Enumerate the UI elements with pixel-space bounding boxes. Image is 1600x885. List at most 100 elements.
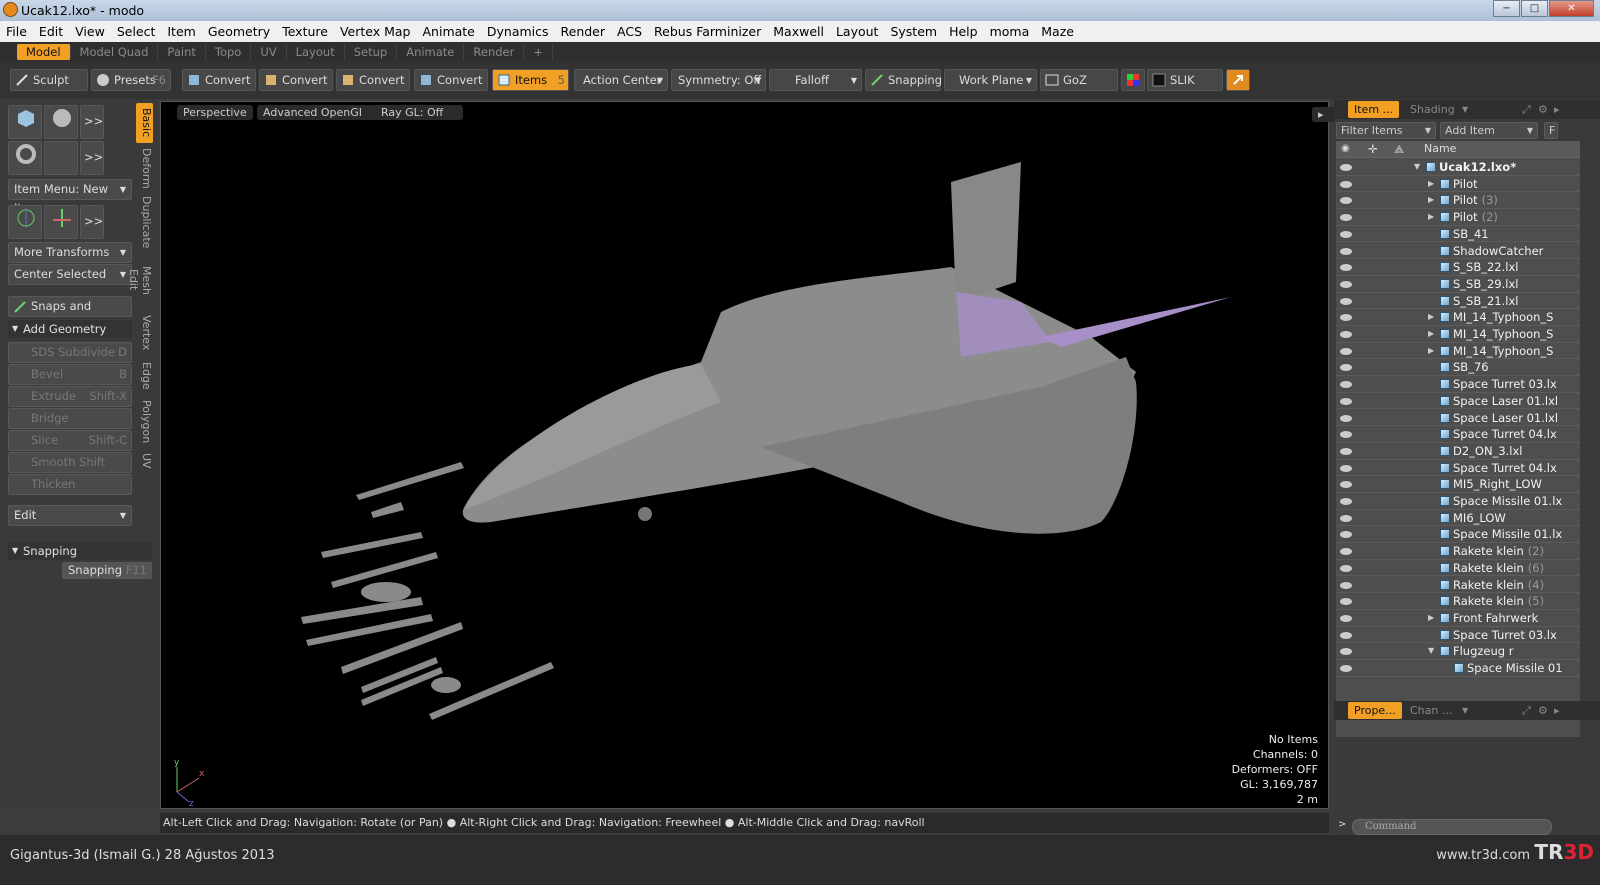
list-item[interactable]: ▼ Ucak12.lxo* [1336, 159, 1580, 176]
snaps-precision-button[interactable]: Snaps and Precision [8, 296, 132, 332]
name-column-header[interactable]: Name [1424, 142, 1456, 155]
minimize-button[interactable]: − [1493, 0, 1520, 17]
tab-channels[interactable]: Chan ... [1404, 702, 1458, 719]
work-plane-dropdown[interactable]: Work Plane ▼ [944, 69, 1037, 91]
perspective-button[interactable]: Perspective [177, 105, 253, 120]
menu-animate[interactable]: Animate [423, 24, 475, 39]
visibility-eye-icon[interactable] [1340, 498, 1352, 505]
falloff-dropdown[interactable]: Falloff ▼ [769, 69, 862, 91]
vtab-edge[interactable]: Edge [136, 357, 153, 395]
snapping-toggle[interactable]: Snapping [865, 69, 942, 91]
advanced-opengl-button[interactable]: Advanced OpenGL [257, 105, 371, 120]
lock-icon[interactable]: ✛ [1368, 142, 1378, 156]
add-tab-button[interactable]: + [524, 44, 553, 60]
convert-button-4[interactable]: Convert [414, 69, 488, 91]
visibility-eye-icon[interactable] [1340, 581, 1352, 589]
tool-sds-subdivide[interactable]: SDS Subdivide D [8, 342, 132, 363]
expand-arrow-down-icon[interactable]: ▼ [1414, 159, 1420, 175]
tab-model-quad[interactable]: Model Quad [71, 44, 159, 60]
vtab-basic[interactable]: Basic [136, 103, 153, 143]
raygl-button[interactable]: Ray GL: Off [361, 105, 464, 120]
list-item[interactable]: Rakete klein (6) [1336, 560, 1580, 577]
tool-smooth-shift[interactable]: Smooth Shift [8, 452, 132, 473]
vtab-duplicate[interactable]: Duplicate [136, 193, 153, 249]
list-item[interactable]: S_SB_21.lxl [1336, 293, 1580, 310]
list-item[interactable]: Space Laser 01.lxl [1336, 393, 1580, 410]
torus-primitive-button[interactable] [8, 141, 42, 175]
item-menu-dropdown[interactable]: Item Menu: New Item▼ [8, 179, 132, 215]
expand-arrow-right-icon[interactable]: ▶ [1428, 610, 1434, 626]
visibility-eye-icon[interactable] [1340, 514, 1352, 522]
list-item[interactable]: ▶ Pilot (3) [1336, 192, 1580, 210]
visibility-eye-icon[interactable] [1340, 447, 1352, 455]
visibility-eye-icon[interactable] [1340, 414, 1352, 422]
tab-layout[interactable]: Layout [287, 44, 345, 60]
list-item[interactable]: Space Missile 01 [1336, 660, 1580, 677]
snapping-header[interactable]: ▼ Snapping [8, 542, 152, 560]
visibility-eye-icon[interactable] [1340, 665, 1352, 672]
tab-model[interactable]: Model [17, 44, 71, 60]
visibility-eye-icon[interactable] [1340, 180, 1352, 188]
more-primitives-button[interactable]: >> [80, 105, 104, 139]
arrow-right-icon[interactable]: ▸ [1548, 702, 1566, 719]
chevron-down-icon[interactable]: ▼ [1456, 702, 1474, 719]
list-item[interactable]: ▶ Pilot (2) [1336, 209, 1580, 226]
center-selected-dropdown[interactable]: Center Selected ▼ [8, 264, 132, 285]
menu-moma[interactable]: moma [990, 24, 1030, 39]
list-item[interactable]: Space Turret 04.lx [1336, 426, 1580, 443]
cube-primitive-button[interactable] [8, 105, 42, 139]
list-item[interactable]: ▶ MI_14_Typhoon_S [1336, 343, 1580, 360]
tab-animate[interactable]: Animate [397, 44, 465, 60]
sphere-primitive-button[interactable] [44, 105, 78, 139]
menu-geometry[interactable]: Geometry [208, 24, 270, 39]
menu-texture[interactable]: Texture [282, 24, 328, 39]
list-item[interactable]: ▶ MI_14_Typhoon_S [1336, 326, 1580, 343]
arrow-right-icon[interactable]: ▸ [1312, 107, 1334, 122]
maximize-button[interactable]: □ [1521, 0, 1548, 17]
visibility-eye-icon[interactable] [1340, 431, 1352, 439]
tool-slice[interactable]: Slice Shift-C [8, 430, 132, 451]
expand-arrow-right-icon[interactable]: ▶ [1428, 343, 1434, 359]
menu-view[interactable]: View [75, 24, 105, 39]
visibility-eye-icon[interactable] [1340, 481, 1352, 489]
list-item[interactable]: ▶ Pilot [1336, 176, 1580, 193]
list-item[interactable]: Space Turret 04.lx [1336, 460, 1580, 477]
menu-maxwell[interactable]: Maxwell [773, 24, 824, 39]
visibility-eye-icon[interactable] [1340, 297, 1352, 305]
color-wheel-button[interactable] [1121, 69, 1145, 91]
action-center-dropdown[interactable]: Action Center ▼ [574, 69, 668, 91]
f-button[interactable]: F [1544, 122, 1558, 139]
menu-rebus-farminizer[interactable]: Rebus Farminizer [654, 24, 761, 39]
visibility-eye-icon[interactable] [1340, 564, 1352, 572]
visibility-eye-icon[interactable] [1340, 331, 1352, 338]
add-geometry-header[interactable]: ▼ Add Geometry [8, 320, 132, 338]
empty-primitive-slot[interactable] [44, 141, 78, 175]
visibility-eye-icon[interactable] [1340, 280, 1352, 288]
goz-button[interactable]: GoZ [1040, 69, 1118, 91]
menu-dynamics[interactable]: Dynamics [487, 24, 549, 39]
visibility-eye-icon[interactable] [1340, 397, 1352, 405]
list-item[interactable]: Rakete klein (5) [1336, 593, 1580, 610]
symmetry-dropdown[interactable]: Symmetry: Off ▼ [671, 69, 766, 91]
vtab-polygon[interactable]: Polygon [136, 397, 153, 447]
tab-setup[interactable]: Setup [345, 44, 398, 60]
list-item[interactable]: Space Missile 01.lx [1336, 526, 1580, 544]
vtab-deform[interactable]: Deform [136, 145, 153, 191]
list-item[interactable]: MI6_LOW [1336, 510, 1580, 527]
list-item[interactable]: SB_41 [1336, 226, 1580, 243]
list-item[interactable]: SB_76 [1336, 359, 1580, 377]
close-button[interactable]: ✕ [1549, 0, 1594, 17]
list-item[interactable]: S_SB_22.lxl [1336, 259, 1580, 276]
tab-shading[interactable]: Shading [1404, 101, 1461, 118]
visibility-eye-icon[interactable] [1340, 648, 1352, 656]
menu-system[interactable]: System [890, 24, 937, 39]
visibility-eye-icon[interactable] [1340, 364, 1352, 372]
tab-render[interactable]: Render [464, 44, 525, 60]
vtab-uv[interactable]: UV [136, 449, 153, 473]
expand-arrow-right-icon[interactable]: ▶ [1428, 176, 1434, 192]
list-item[interactable]: Space Turret 03.lx [1336, 627, 1580, 644]
tab-item-list[interactable]: Item ... [1348, 101, 1400, 118]
3d-viewport[interactable]: y x z Perspective Advanced OpenGL Ray GL… [160, 101, 1338, 809]
menu-render[interactable]: Render [561, 24, 606, 39]
tab-properties[interactable]: Prope... [1348, 702, 1402, 719]
